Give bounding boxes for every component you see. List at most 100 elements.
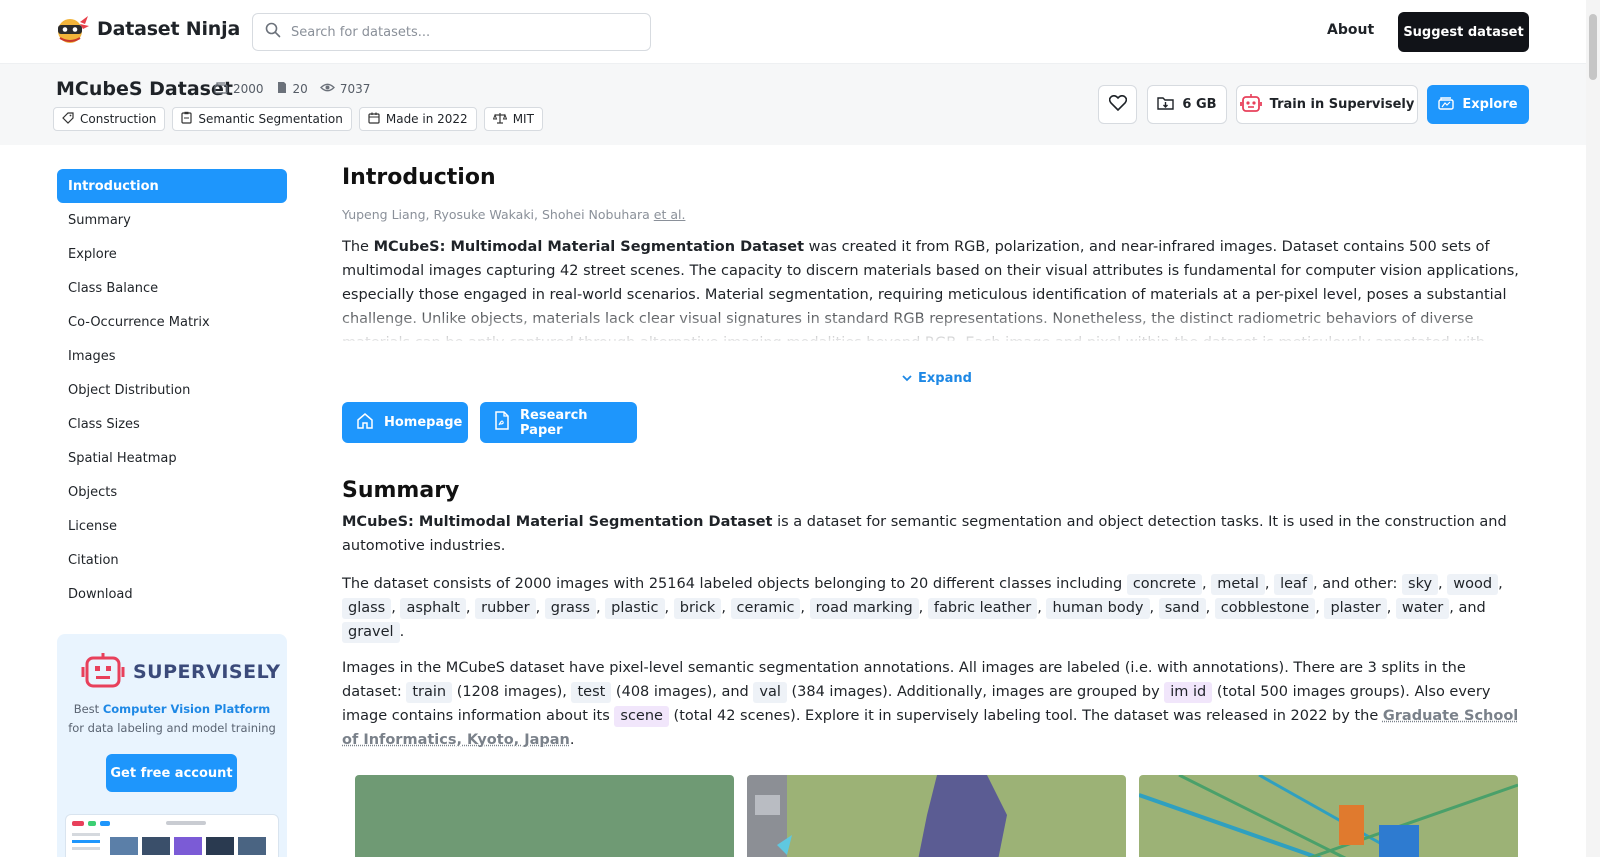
explore-icon <box>1438 96 1454 114</box>
explore-button[interactable]: Explore <box>1427 85 1529 124</box>
scales-icon <box>493 112 507 127</box>
get-free-account-button[interactable]: Get free account <box>106 754 237 792</box>
class-chip[interactable]: sand <box>1159 598 1206 619</box>
dataset-header: MCubeS Dataset 2000 20 7037 Construction… <box>0 64 1600 145</box>
expand-button[interactable]: Expand <box>902 371 972 386</box>
home-icon <box>356 412 374 434</box>
tag-icon <box>62 112 74 127</box>
folder-download-icon <box>1157 96 1174 114</box>
tag-license[interactable]: MIT <box>484 107 543 131</box>
sidebar-item-introduction[interactable]: Introduction <box>57 169 287 203</box>
scrollbar-thumb[interactable] <box>1589 14 1597 80</box>
sidebar-item-license[interactable]: License <box>57 509 287 543</box>
class-chip[interactable]: gravel <box>342 622 400 643</box>
tag-label: MIT <box>513 112 534 126</box>
sidebar-item-explore[interactable]: Explore <box>57 237 287 271</box>
promo-text: Best Computer Vision Platform for data l… <box>67 700 277 738</box>
intro-prefix: The <box>342 239 374 255</box>
authors: Yupeng Liang, Ryosuke Wakaki, Shohei Nob… <box>342 207 685 222</box>
dataset-title: MCubeS Dataset <box>56 78 233 100</box>
sidebar-nav: Introduction Summary Explore Class Balan… <box>57 169 287 611</box>
class-chip[interactable]: road marking <box>810 598 919 619</box>
sidebar-item-class-sizes[interactable]: Class Sizes <box>57 407 287 441</box>
tag-chip-im-id[interactable]: im id <box>1164 682 1212 703</box>
image-preview[interactable] <box>747 775 1126 857</box>
summary-paragraph-3: Images in the MCubeS dataset have pixel-… <box>342 656 1520 752</box>
tag-label: Semantic Segmentation <box>198 112 342 126</box>
introduction-heading: Introduction <box>342 165 1520 190</box>
site-logo[interactable]: Dataset Ninja <box>56 14 240 44</box>
class-chip[interactable]: concrete <box>1127 574 1202 595</box>
class-chip[interactable]: fabric leather <box>928 598 1037 619</box>
sidebar-item-co-occurrence-matrix[interactable]: Co-Occurrence Matrix <box>57 305 287 339</box>
image-preview[interactable] <box>355 775 734 857</box>
sidebar-item-objects[interactable]: Objects <box>57 475 287 509</box>
promo-text-link[interactable]: Computer Vision Platform <box>103 702 270 716</box>
clipboard-icon <box>181 111 192 127</box>
sidebar-item-download[interactable]: Download <box>57 577 287 611</box>
class-chip[interactable]: human body <box>1046 598 1149 619</box>
authors-more-link[interactable]: et al. <box>654 207 686 222</box>
authors-list: Yupeng Liang, Ryosuke Wakaki, Shohei Nob… <box>342 207 654 222</box>
supervisely-promo: SUPERVISELY Best Computer Vision Platfor… <box>57 634 287 857</box>
sidebar-item-citation[interactable]: Citation <box>57 543 287 577</box>
homepage-button[interactable]: Homepage <box>342 402 468 443</box>
research-paper-button[interactable]: Research Paper <box>480 402 637 443</box>
about-link[interactable]: About <box>1327 22 1374 38</box>
sidebar-item-object-distribution[interactable]: Object Distribution <box>57 373 287 407</box>
page-scrollbar[interactable] <box>1586 0 1600 857</box>
class-chip[interactable]: rubber <box>475 598 535 619</box>
class-chip[interactable]: glass <box>342 598 391 619</box>
class-chip[interactable]: cobblestone <box>1215 598 1315 619</box>
tag-chip-scene[interactable]: scene <box>614 706 669 727</box>
tag-construction[interactable]: Construction <box>53 107 165 131</box>
class-chip[interactable]: asphalt <box>400 598 465 619</box>
supervisely-robot-icon <box>81 651 125 693</box>
class-chip[interactable]: plastic <box>605 598 664 619</box>
images-count-value: 2000 <box>233 82 264 96</box>
sidebar-item-summary[interactable]: Summary <box>57 203 287 237</box>
intro-dataset-name: MCubeS: Multimodal Material Segmentation… <box>374 239 804 255</box>
tag-year[interactable]: Made in 2022 <box>359 107 477 131</box>
class-chip[interactable]: ceramic <box>731 598 801 619</box>
p3-text: (384 images). Additionally, images are g… <box>787 684 1164 700</box>
sidebar-item-class-balance[interactable]: Class Balance <box>57 271 287 305</box>
split-chip-test[interactable]: test <box>571 682 611 703</box>
class-chip[interactable]: plaster <box>1324 598 1386 619</box>
search-input[interactable] <box>291 25 631 40</box>
research-paper-label: Research Paper <box>520 408 623 438</box>
text-fade-overlay <box>342 305 1520 345</box>
chevron-down-icon <box>902 371 912 386</box>
images-count: 2000 <box>214 82 264 97</box>
dataset-stats: 2000 20 7037 <box>214 81 370 97</box>
ninja-logo-icon <box>56 14 89 44</box>
sidebar-item-spatial-heatmap[interactable]: Spatial Heatmap <box>57 441 287 475</box>
classes-count-value: 20 <box>293 82 308 96</box>
tag-semantic-segmentation[interactable]: Semantic Segmentation <box>172 107 351 131</box>
class-chip[interactable]: water <box>1396 598 1449 619</box>
homepage-label: Homepage <box>384 415 462 430</box>
split-chip-val[interactable]: val <box>753 682 787 703</box>
images-icon <box>214 82 228 97</box>
top-navbar: Dataset Ninja About Suggest dataset <box>0 0 1600 64</box>
summary-heading: Summary <box>342 478 459 503</box>
class-chip[interactable]: metal <box>1211 574 1265 595</box>
class-chip[interactable]: leaf <box>1274 574 1313 595</box>
image-preview[interactable] <box>1139 775 1518 857</box>
supervisely-brand: SUPERVISELY <box>81 651 281 693</box>
favorite-button[interactable] <box>1098 85 1137 124</box>
train-in-supervisely-button[interactable]: Train in Supervisely <box>1236 85 1418 124</box>
class-chip[interactable]: sky <box>1402 574 1438 595</box>
promo-text-suffix: for data labeling and model training <box>68 721 276 735</box>
image-previews <box>355 775 1518 857</box>
download-size-button[interactable]: 6 GB <box>1147 85 1227 124</box>
search-box[interactable] <box>252 13 651 51</box>
supervisely-wordmark: SUPERVISELY <box>133 661 281 683</box>
summary-dataset-name: MCubeS: Multimodal Material Segmentation… <box>342 514 772 530</box>
split-chip-train[interactable]: train <box>406 682 452 703</box>
sidebar-item-images[interactable]: Images <box>57 339 287 373</box>
class-chip[interactable]: wood <box>1447 574 1498 595</box>
class-chip[interactable]: brick <box>674 598 722 619</box>
class-chip[interactable]: grass <box>545 598 596 619</box>
suggest-dataset-button[interactable]: Suggest dataset <box>1398 12 1529 52</box>
